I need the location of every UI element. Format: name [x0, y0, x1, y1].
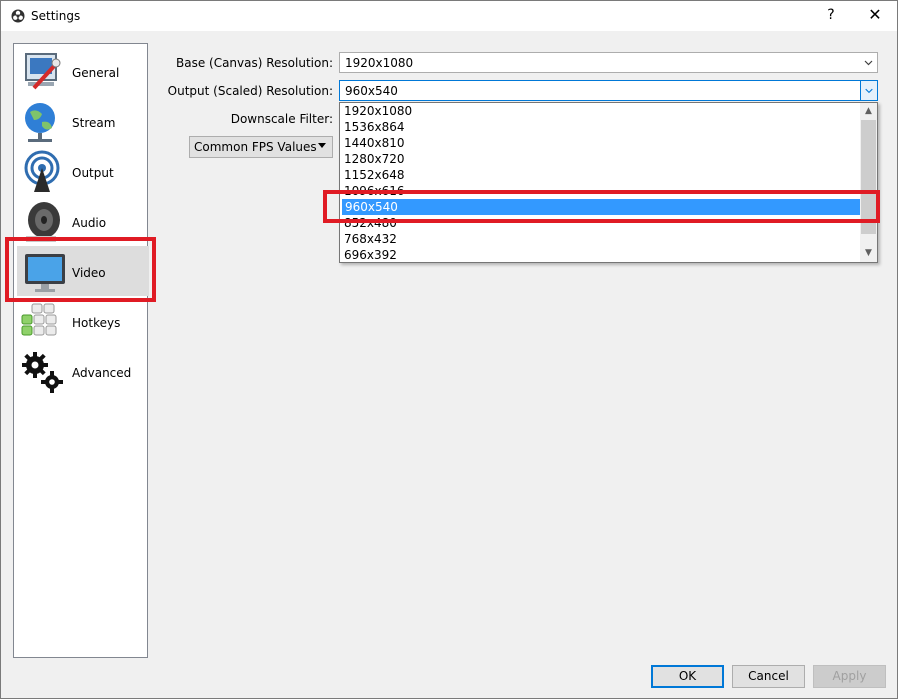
base-resolution-value: 1920x1080	[345, 56, 414, 70]
gears-icon	[22, 352, 63, 393]
dropdown-option[interactable]: 1280x720	[341, 151, 860, 167]
cancel-button[interactable]: Cancel	[732, 665, 805, 688]
broadcast-icon	[24, 150, 60, 192]
dropdown-option[interactable]: 1536x864	[341, 119, 860, 135]
apply-button[interactable]: Apply	[813, 665, 886, 688]
sidebar-item-label: Stream	[72, 116, 116, 130]
globe-icon	[25, 103, 55, 142]
sidebar-item-stream[interactable]: Stream	[14, 96, 147, 146]
sidebar-item-label: Hotkeys	[72, 316, 121, 330]
dropdown-option[interactable]: 768x432	[341, 231, 860, 247]
output-resolution-dropdown: 1920x1080 1536x864 1440x810 1280x720 115…	[339, 102, 878, 263]
sidebar-item-general[interactable]: General	[14, 46, 147, 96]
fps-type-label: Common FPS Values	[194, 140, 317, 154]
ok-button[interactable]: OK	[651, 665, 724, 688]
help-button[interactable]: ?	[823, 7, 839, 25]
sidebar-item-output[interactable]: Output	[14, 146, 147, 196]
sidebar-item-label: Advanced	[72, 366, 132, 380]
output-resolution-label: Output (Scaled) Resolution:	[167, 84, 333, 98]
sidebar-item-advanced[interactable]: Advanced	[14, 346, 147, 396]
fps-type-button[interactable]: Common FPS Values	[189, 136, 333, 158]
dropdown-option[interactable]: 1152x648	[341, 167, 860, 183]
title-bar: Settings ? ✕	[1, 1, 897, 31]
dropdown-option[interactable]: 1440x810	[341, 135, 860, 151]
option-highlight-box	[323, 190, 880, 223]
sidebar-item-label: General	[72, 66, 120, 80]
settings-sidebar: General Stream Output Audio Video Hotkey…	[13, 43, 149, 658]
chevron-down-icon	[864, 60, 873, 66]
scroll-up-icon[interactable]: ▲	[860, 103, 877, 120]
close-button[interactable]: ✕	[865, 5, 885, 25]
sidebar-item-label: Output	[72, 166, 114, 180]
base-resolution-label: Base (Canvas) Resolution:	[175, 56, 333, 70]
base-resolution-combo[interactable]: 1920x1080	[339, 52, 878, 73]
general-icon	[25, 53, 61, 90]
output-resolution-value: 960x540	[345, 84, 398, 98]
chevron-down-icon	[860, 81, 877, 100]
window-title: Settings	[31, 9, 81, 23]
caret-down-icon	[318, 143, 326, 148]
settings-window: Settings ? ✕ General Stream Output Audio…	[0, 0, 898, 699]
dropdown-option[interactable]: 696x392	[341, 247, 860, 262]
downscale-filter-label: Downscale Filter:	[230, 112, 333, 126]
scroll-down-icon[interactable]: ▼	[860, 245, 877, 262]
sidebar-item-hotkeys[interactable]: Hotkeys	[14, 296, 147, 346]
video-highlight-box	[5, 237, 156, 302]
dropdown-scrollbar[interactable]: ▲ ▼	[860, 103, 877, 262]
dropdown-option[interactable]: 1920x1080	[341, 103, 860, 119]
obs-logo-icon	[11, 9, 25, 23]
sidebar-item-label: Audio	[72, 216, 107, 230]
keyboard-icon	[21, 303, 57, 336]
output-resolution-combo[interactable]: 960x540	[339, 80, 878, 101]
